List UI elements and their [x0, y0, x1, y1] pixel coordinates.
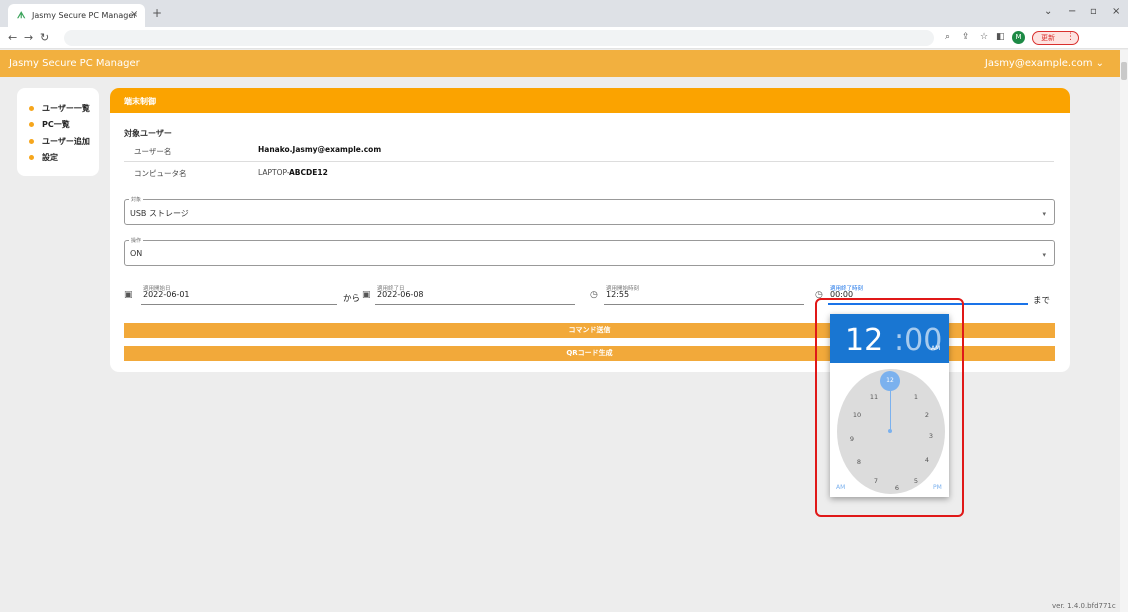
clock-icon[interactable]: ◷ — [590, 290, 598, 300]
scrollbar-thumb[interactable] — [1121, 62, 1127, 80]
bullet-icon — [29, 122, 34, 127]
sidebar-item-add-user[interactable]: ユーザー追加 — [29, 136, 90, 147]
new-tab-icon[interactable]: + — [152, 6, 162, 20]
computer-name-label: コンピュータ名 — [134, 169, 187, 178]
chevron-down-icon: ▾ — [1042, 210, 1046, 218]
operation-select-value: ON — [130, 249, 143, 258]
url-input[interactable] — [64, 30, 934, 46]
until-text: まで — [1033, 296, 1051, 306]
scrollbar-track[interactable] — [1120, 50, 1128, 612]
browser-tab-strip: ᗑ Jasmy Secure PC Manager × + ⌄ − ▫ × — [0, 0, 1128, 27]
profile-avatar[interactable]: M — [1012, 31, 1025, 44]
highlight-annotation — [815, 298, 964, 517]
user-menu[interactable]: Jasmy@example.com ⌄ — [985, 58, 1104, 69]
reload-icon[interactable]: ↻ — [40, 31, 49, 44]
sidebar: ユーザー一覧 PC一覧 ユーザー追加 設定 — [17, 88, 99, 176]
operation-select-label: 操作 — [129, 237, 144, 244]
bullet-icon — [29, 155, 34, 160]
end-date-input[interactable]: 2022-06-08 — [377, 290, 424, 299]
chevron-down-icon: ▾ — [1042, 251, 1046, 259]
computer-name-prefix: LAPTOP- — [258, 168, 290, 177]
browser-tab[interactable]: ᗑ Jasmy Secure PC Manager × — [8, 4, 145, 27]
maximize-icon[interactable]: ▫ — [1090, 6, 1097, 17]
target-select-label: 対象 — [129, 196, 144, 203]
start-date-underline — [141, 304, 337, 305]
divider — [124, 161, 1054, 162]
user-name-value: Hanako.Jasmy@example.com — [258, 145, 382, 154]
menu-dots-icon[interactable]: ⋮ — [1066, 32, 1075, 42]
sidebar-item-label: 設定 — [42, 153, 58, 162]
sidebar-item-label: PC一覧 — [42, 120, 70, 129]
forward-icon[interactable]: → — [24, 31, 33, 44]
sidebar-item-settings[interactable]: 設定 — [29, 152, 58, 163]
operation-select[interactable]: 操作 ON ▾ — [124, 237, 1055, 266]
back-icon[interactable]: ← — [8, 31, 17, 44]
tab-search-icon[interactable]: ⌄ — [1044, 6, 1052, 17]
sidebar-item-label: ユーザー追加 — [42, 137, 90, 146]
version-label: ver. 1.4.0.bfd771c — [1052, 602, 1116, 610]
zoom-icon[interactable]: ⌕ — [945, 32, 950, 42]
bullet-icon — [29, 139, 34, 144]
card-header: 端末制御 — [110, 88, 1070, 113]
from-text: から — [343, 294, 361, 304]
share-icon[interactable]: ⇪ — [962, 32, 970, 42]
tab-title: Jasmy Secure PC Manager — [32, 11, 137, 20]
sidebar-item-pcs[interactable]: PC一覧 — [29, 119, 70, 130]
site-logo-icon: ᗑ — [17, 11, 26, 21]
close-tab-icon[interactable]: × — [130, 9, 138, 20]
start-time-input[interactable]: 12:55 — [606, 290, 629, 299]
end-date-underline — [375, 304, 575, 305]
calendar-icon[interactable]: ▣ — [362, 290, 371, 300]
star-icon[interactable]: ☆ — [980, 32, 988, 42]
computer-name-value: ABCDE12 — [289, 168, 328, 177]
user-name-label: ユーザー名 — [134, 147, 172, 156]
address-bar: ← → ↻ ⌕ ⇪ ☆ ◧ M 更新 ⋮ — [0, 27, 1128, 49]
sidebar-item-label: ユーザー一覧 — [42, 104, 90, 113]
target-user-heading: 対象ユーザー — [124, 129, 172, 138]
calendar-icon[interactable]: ▣ — [124, 290, 133, 300]
sidepanel-icon[interactable]: ◧ — [996, 32, 1005, 42]
target-select-value: USB ストレージ — [130, 209, 189, 218]
sidebar-item-users[interactable]: ユーザー一覧 — [29, 103, 90, 114]
app-title: Jasmy Secure PC Manager — [9, 58, 140, 69]
app-header: Jasmy Secure PC Manager Jasmy@example.co… — [0, 50, 1120, 77]
close-window-icon[interactable]: × — [1112, 6, 1120, 17]
card-title: 端末制御 — [124, 97, 156, 106]
bullet-icon — [29, 106, 34, 111]
minimize-icon[interactable]: − — [1068, 6, 1076, 17]
start-time-underline — [604, 304, 804, 305]
target-select[interactable]: 対象 USB ストレージ ▾ — [124, 196, 1055, 225]
start-date-input[interactable]: 2022-06-01 — [143, 290, 190, 299]
